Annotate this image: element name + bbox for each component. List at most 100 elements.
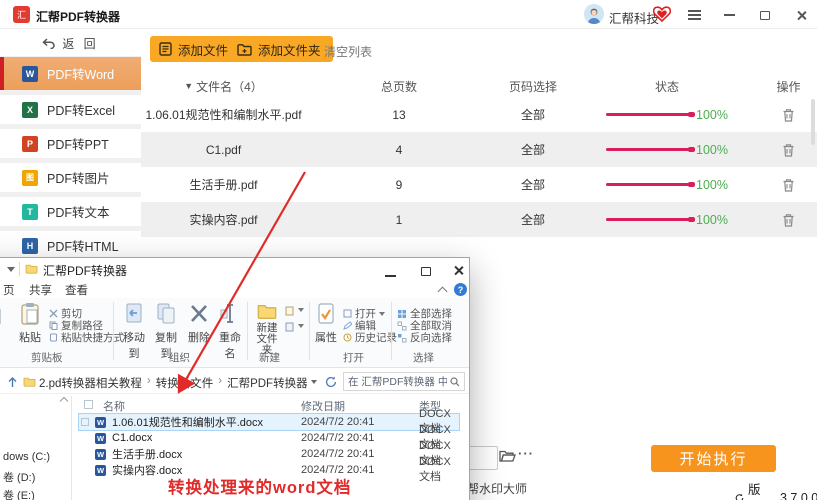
up-arrow-icon[interactable] bbox=[7, 376, 18, 388]
collapse-ribbon-icon[interactable] bbox=[438, 287, 448, 297]
progress-bar bbox=[606, 113, 694, 116]
file-row[interactable]: W 1.06.01规范性和编制水平.docx 2024/7/2 20:41 DO… bbox=[79, 414, 459, 430]
open-folder-icon[interactable] bbox=[499, 449, 516, 466]
delete-button[interactable]: 删除 bbox=[185, 302, 213, 345]
sidebar-item-label: PDF转文本 bbox=[47, 202, 110, 221]
tab-home-partial[interactable]: 页 bbox=[3, 282, 15, 298]
breadcrumb-segment[interactable]: 2.pd转换器相关教程 bbox=[39, 375, 142, 391]
table-scrollbar[interactable] bbox=[811, 99, 815, 145]
explorer-title: 汇帮PDF转换器 bbox=[43, 262, 127, 279]
cell-pages: 9 bbox=[306, 178, 492, 192]
group-select-label: 选择 bbox=[413, 350, 434, 365]
add-file-label: 添加文件 bbox=[178, 40, 228, 59]
history-button[interactable]: 历史记录 bbox=[343, 330, 397, 345]
new-folder-button[interactable]: 新建文件夹 bbox=[253, 302, 281, 356]
help-icon[interactable]: ? bbox=[454, 283, 467, 296]
sidebar-item-pdf-to-ppt[interactable]: P PDF转PPT bbox=[0, 129, 141, 158]
watermark-app-text[interactable]: 帮水印大师 bbox=[467, 480, 527, 497]
sidebar-item-pdf-to-html[interactable]: H PDF转HTML bbox=[0, 231, 141, 260]
scissors-icon bbox=[49, 309, 58, 318]
cell-range[interactable]: 全部 bbox=[492, 106, 574, 123]
sidebar-item-pdf-to-image[interactable]: 图 PDF转图片 bbox=[0, 163, 141, 192]
add-file-button[interactable]: 添加文件 bbox=[150, 36, 240, 62]
close-button[interactable] bbox=[794, 8, 808, 22]
minimize-button[interactable] bbox=[722, 8, 736, 22]
cell-range[interactable]: 全部 bbox=[492, 211, 574, 228]
account-name[interactable]: 汇帮科技 bbox=[609, 8, 659, 27]
file-row[interactable]: W C1.docx 2024/7/2 20:41 DOCX 文档 bbox=[79, 430, 459, 446]
maximize-button[interactable] bbox=[758, 8, 772, 22]
explorer-window: 汇帮PDF转换器 页 共享 查看 ? 粘贴 剪切 复制路径 粘贴快捷方式 移动到… bbox=[0, 257, 470, 500]
add-folder-button[interactable]: 添加文件夹 bbox=[228, 36, 333, 62]
cell-pages: 4 bbox=[306, 143, 492, 157]
easy-access-button[interactable] bbox=[285, 322, 295, 332]
explorer-maximize-button[interactable] bbox=[419, 264, 433, 278]
move-to-icon bbox=[123, 302, 145, 326]
cell-action[interactable] bbox=[760, 143, 817, 157]
file-name: 1.06.01规范性和编制水平.docx bbox=[112, 414, 263, 430]
nav-drive-d[interactable]: 卷 (D:) bbox=[3, 469, 35, 485]
properties-button[interactable]: 属性 bbox=[313, 302, 339, 345]
cell-pages: 1 bbox=[306, 213, 492, 227]
cell-action[interactable] bbox=[760, 213, 817, 227]
clear-list-button[interactable]: 清空列表 bbox=[324, 43, 372, 60]
update-refresh-icon[interactable] bbox=[735, 492, 744, 500]
app-logo-icon: 汇 bbox=[13, 6, 30, 23]
cell-action[interactable] bbox=[760, 178, 817, 192]
paste-button[interactable]: 粘贴 bbox=[15, 302, 45, 345]
col-header-filename[interactable]: ▼ 文件名（4） bbox=[141, 78, 306, 95]
list-col-date[interactable]: 修改日期 bbox=[301, 398, 345, 414]
group-open-label: 打开 bbox=[343, 350, 364, 365]
sidebar-item-pdf-to-excel[interactable]: X PDF转Excel bbox=[0, 95, 141, 124]
explorer-close-button[interactable] bbox=[451, 263, 465, 277]
sidebar-item-pdf-to-text[interactable]: T PDF转文本 bbox=[0, 197, 141, 226]
nav-drive-e[interactable]: 卷 (E:) bbox=[3, 487, 35, 500]
file-row[interactable]: W 生活手册.docx 2024/7/2 20:41 DOCX 文档 bbox=[79, 446, 459, 462]
breadcrumb: 2.pd转换器相关教程 › 转换后文件 › 汇帮PDF转换器 bbox=[39, 375, 308, 391]
row-checkbox[interactable] bbox=[81, 418, 89, 426]
back-button[interactable]: 返 回 bbox=[0, 30, 141, 57]
breadcrumb-segment[interactable]: 汇帮PDF转换器 bbox=[227, 375, 308, 391]
open-icon bbox=[343, 309, 352, 318]
vip-heart-icon[interactable] bbox=[653, 5, 671, 25]
sidebar-item-pdf-to-word[interactable]: W PDF转Word bbox=[0, 57, 141, 90]
cell-status: 100% bbox=[574, 178, 760, 192]
cell-filename: C1.pdf bbox=[141, 143, 306, 157]
select-all-checkbox[interactable] bbox=[84, 400, 93, 409]
cell-range[interactable]: 全部 bbox=[492, 141, 574, 158]
address-dropdown-icon[interactable] bbox=[311, 380, 317, 384]
tab-view[interactable]: 查看 bbox=[65, 282, 88, 298]
table-row: 1.06.01规范性和编制水平.pdf 13 全部 100% bbox=[141, 97, 817, 132]
rename-button[interactable]: 重命名 bbox=[215, 302, 245, 361]
nav-drive-c[interactable]: dows (C:) bbox=[3, 451, 50, 463]
list-col-name[interactable]: 名称 bbox=[103, 398, 125, 414]
breadcrumb-segment[interactable]: 转换后文件 bbox=[156, 375, 214, 391]
cell-action[interactable] bbox=[760, 108, 817, 122]
trash-icon[interactable] bbox=[782, 178, 795, 192]
trash-icon[interactable] bbox=[782, 143, 795, 157]
col-header-action: 操作 bbox=[760, 78, 817, 95]
progress-percent: 100% bbox=[696, 213, 728, 227]
quick-access-caret-icon[interactable] bbox=[7, 267, 15, 272]
file-table-header: ▼ 文件名（4） 总页数 页码选择 状态 操作 bbox=[141, 75, 817, 97]
move-to-button[interactable]: 移动到 bbox=[119, 302, 149, 361]
menu-icon[interactable] bbox=[688, 10, 701, 20]
nav-scroll-up-icon[interactable] bbox=[60, 397, 68, 405]
progress-bar bbox=[606, 148, 694, 151]
cell-range[interactable]: 全部 bbox=[492, 176, 574, 193]
select-all-icon bbox=[397, 309, 407, 319]
invert-selection-button[interactable]: 反向选择 bbox=[397, 330, 452, 345]
pin-icon[interactable] bbox=[0, 306, 3, 328]
new-item-button[interactable] bbox=[285, 306, 295, 316]
search-input[interactable]: 在 汇帮PDF转换器 中搜索 bbox=[343, 372, 465, 391]
user-avatar[interactable] bbox=[584, 4, 604, 24]
trash-icon[interactable] bbox=[782, 108, 795, 122]
refresh-icon[interactable] bbox=[325, 376, 337, 388]
cell-filename: 生活手册.pdf bbox=[141, 176, 306, 193]
trash-icon[interactable] bbox=[782, 213, 795, 227]
start-button[interactable]: 开始执行 bbox=[651, 445, 776, 472]
delete-x-icon bbox=[189, 302, 209, 326]
more-options-button[interactable]: ··· bbox=[518, 446, 534, 461]
tab-share[interactable]: 共享 bbox=[29, 282, 52, 298]
group-new-label: 新建 bbox=[259, 350, 280, 365]
